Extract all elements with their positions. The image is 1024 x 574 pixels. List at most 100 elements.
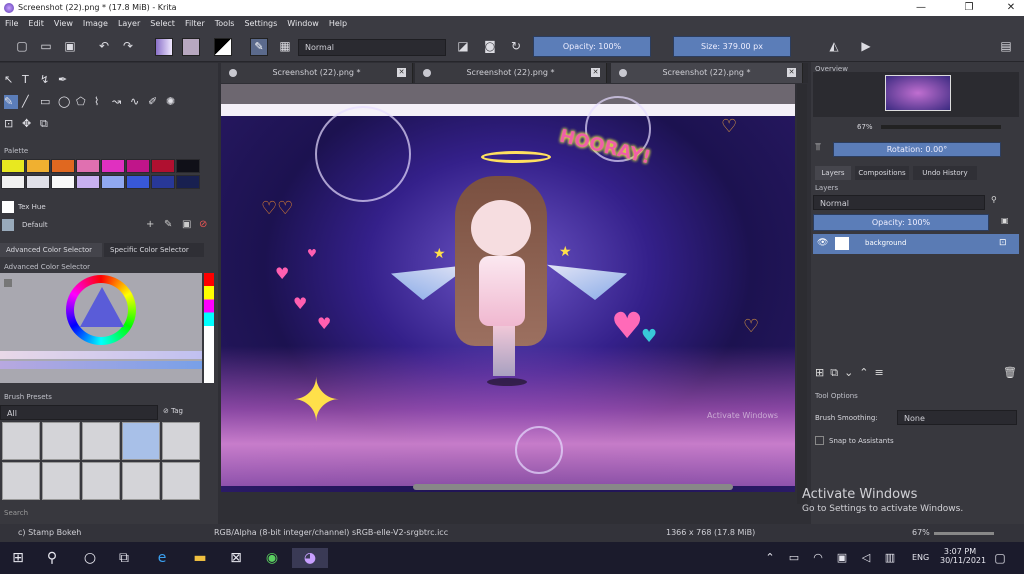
mirror-horizontal-icon[interactable]: ◭	[826, 38, 842, 54]
pattern-swatch[interactable]	[182, 38, 200, 56]
brush-preset-tile[interactable]	[42, 462, 80, 500]
brush-preset-tile[interactable]	[162, 462, 200, 500]
text-tool-icon[interactable]: T	[22, 73, 29, 86]
opacity-slider[interactable]: Opacity: 100%	[533, 36, 651, 57]
brush-preset-tile[interactable]	[82, 422, 120, 460]
brush-smoothing-select[interactable]: None	[897, 410, 1017, 425]
file-explorer-icon[interactable]: ▬	[190, 548, 210, 568]
vertical-scrollbar[interactable]	[797, 84, 807, 504]
network-icon[interactable]: ▥	[880, 548, 900, 568]
filter-icon[interactable]: ⚲	[991, 195, 997, 204]
layer-blend-select[interactable]: Normal	[813, 195, 985, 210]
maximize-icon[interactable]: ❐	[954, 0, 984, 16]
rotation-slider[interactable]: Rotation: 0.00°	[833, 142, 1001, 157]
brush-search-input[interactable]: Search	[4, 509, 28, 517]
line-tool-icon[interactable]: ╱	[22, 95, 29, 108]
horizontal-scrollbar[interactable]	[413, 484, 733, 490]
layer-settings-icon[interactable]: ▣	[1001, 216, 1009, 225]
add-swatch-icon[interactable]: +	[146, 219, 154, 230]
edit-shapes-icon[interactable]: ↯	[40, 73, 49, 86]
windows-start-icon[interactable]: ⊞	[8, 548, 28, 568]
brush-preset-icon[interactable]: ✎	[250, 38, 268, 56]
color-history[interactable]	[204, 273, 214, 383]
close-tab-icon[interactable]: ✕	[591, 68, 600, 77]
menu-layer[interactable]: Layer	[113, 16, 145, 31]
color-settings-icon[interactable]	[4, 279, 12, 287]
polygon-tool-icon[interactable]: ⬠	[76, 95, 86, 108]
visibility-eye-icon[interactable]: 👁	[817, 238, 828, 248]
palette-swatch[interactable]	[151, 159, 175, 173]
save-icon[interactable]: ▣	[62, 38, 78, 54]
save-palette-icon[interactable]: ▣	[182, 219, 191, 230]
transform-tool-icon[interactable]: ⧉	[40, 117, 48, 131]
crop-tool-icon[interactable]: ⊡	[4, 117, 13, 130]
palette-swatch[interactable]	[76, 175, 100, 189]
tab-advanced-color[interactable]: Advanced Color Selector	[0, 243, 102, 257]
palette-swatch[interactable]	[126, 175, 150, 189]
wifi-icon[interactable]: ◠	[808, 548, 828, 568]
tab-layers[interactable]: Layers	[815, 166, 851, 180]
palette-swatch[interactable]	[51, 175, 75, 189]
menu-tools[interactable]: Tools	[210, 16, 240, 31]
move-down-icon[interactable]: ⌄	[844, 366, 859, 379]
menu-select[interactable]: Select	[145, 16, 180, 31]
ellipse-tool-icon[interactable]: ◯	[58, 95, 70, 108]
rectangle-tool-icon[interactable]: ▭	[40, 95, 50, 108]
palette-swatch[interactable]	[51, 159, 75, 173]
gradient-swatch[interactable]	[155, 38, 173, 56]
open-document-icon[interactable]: ▭	[38, 38, 54, 54]
layer-properties-icon[interactable]: ≡	[875, 366, 890, 379]
saturation-triangle[interactable]	[80, 287, 124, 327]
layer-opacity-slider[interactable]: Opacity: 100%	[813, 214, 989, 231]
close-tab-icon[interactable]: ✕	[787, 68, 796, 77]
current-color-swatch[interactable]	[2, 201, 14, 213]
menu-filter[interactable]: Filter	[180, 16, 210, 31]
tab-specific-color[interactable]: Specific Color Selector	[104, 243, 204, 257]
polyline-tool-icon[interactable]: ⌇	[94, 95, 99, 108]
palette-swatch[interactable]	[176, 175, 200, 189]
brush-settings-icon[interactable]: ▦	[277, 38, 293, 54]
language-indicator[interactable]: ENG	[912, 553, 929, 562]
move-tool-icon[interactable]: ✥	[22, 117, 31, 130]
palette-swatch[interactable]	[1, 159, 25, 173]
palette-swatch[interactable]	[176, 159, 200, 173]
edge-icon[interactable]: e	[152, 548, 172, 568]
zoom-slider[interactable]	[881, 125, 1001, 129]
close-tab-icon[interactable]: ✕	[397, 68, 406, 77]
palette-default-label[interactable]: Default	[22, 221, 48, 229]
blend-mode-select[interactable]: Normal	[298, 39, 446, 56]
workspace-icon[interactable]: ▤	[998, 38, 1014, 54]
calligraphy-icon[interactable]: ✒	[58, 73, 67, 86]
show-hidden-icon[interactable]: ⌃	[760, 548, 780, 568]
advanced-color-selector[interactable]	[0, 273, 202, 383]
rotate-icon[interactable]: ⫪	[815, 142, 821, 153]
store-icon[interactable]: ⊠	[226, 548, 246, 568]
fg-bg-color-icon[interactable]	[214, 38, 232, 56]
document-tab-2[interactable]: Screenshot (22).png * ✕	[415, 63, 607, 83]
brush-tag-button[interactable]: ⊘ Tag	[163, 407, 183, 415]
remove-swatch-icon[interactable]: ⊘	[199, 219, 207, 230]
multibrush-icon[interactable]: ✺	[166, 95, 175, 108]
brush-preset-tile[interactable]	[42, 422, 80, 460]
palette-swatch[interactable]	[126, 159, 150, 173]
search-icon[interactable]: ⚲	[42, 548, 62, 568]
minimize-icon[interactable]: —	[906, 0, 936, 16]
palette-swatch[interactable]	[101, 175, 125, 189]
menu-window[interactable]: Window	[282, 16, 324, 31]
clock[interactable]: 3:07 PM 30/11/2021	[940, 547, 986, 565]
size-slider[interactable]: Size: 379.00 px	[673, 36, 791, 57]
brush-preset-tile[interactable]	[122, 462, 160, 500]
tab-compositions[interactable]: Compositions	[855, 166, 909, 180]
snap-checkbox[interactable]	[815, 436, 824, 445]
redo-icon[interactable]: ↷	[120, 38, 136, 54]
menu-help[interactable]: Help	[324, 16, 352, 31]
battery-icon[interactable]: ▭	[784, 548, 804, 568]
color-strip-2[interactable]	[0, 361, 202, 369]
alpha-lock-icon[interactable]: ⊡	[999, 238, 1007, 248]
brush-preset-tile[interactable]	[2, 422, 40, 460]
delete-layer-icon[interactable]: 🗑	[1003, 366, 1017, 379]
chrome-icon[interactable]: ◉	[262, 548, 282, 568]
krita-taskbar-icon[interactable]: ◕	[292, 548, 328, 568]
palette-swatch[interactable]	[1, 175, 25, 189]
menu-edit[interactable]: Edit	[23, 16, 49, 31]
